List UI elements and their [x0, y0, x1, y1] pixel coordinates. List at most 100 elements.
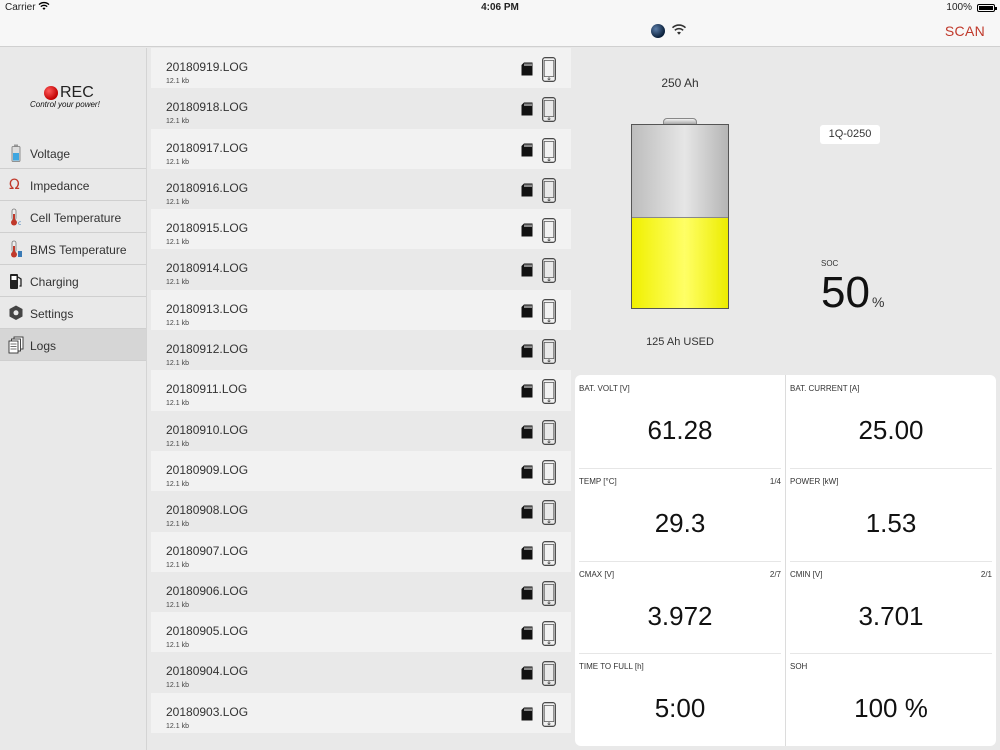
- sidebar-item-impedance[interactable]: Ω Impedance: [0, 169, 146, 201]
- log-row[interactable]: 20180911.LOG 12.1 kb: [151, 370, 571, 411]
- metric-label: TEMP [°C]: [579, 476, 617, 486]
- phone-icon[interactable]: [542, 661, 556, 691]
- sd-card-icon[interactable]: [521, 586, 533, 605]
- log-row[interactable]: 20180913.LOG 12.1 kb: [151, 289, 571, 331]
- log-file-name: 20180915.LOG: [166, 221, 249, 236]
- sidebar-item-charging[interactable]: Charging: [0, 265, 146, 297]
- phone-icon[interactable]: [542, 218, 556, 248]
- sd-card-icon[interactable]: [521, 425, 533, 444]
- log-file-name: 20180908.LOG: [166, 503, 249, 518]
- sidebar-item-voltage[interactable]: Voltage: [0, 137, 146, 169]
- log-row[interactable]: 20180914.LOG 12.1 kb: [151, 249, 571, 290]
- sidebar-item-bms-temperature[interactable]: BMS Temperature: [0, 233, 146, 265]
- log-row[interactable]: 20180918.LOG 12.1 kb: [151, 88, 571, 129]
- sd-card-icon[interactable]: [521, 62, 533, 81]
- phone-icon[interactable]: [542, 137, 556, 168]
- phone-icon[interactable]: [542, 540, 556, 571]
- fuel-pump-icon: [8, 272, 24, 290]
- phone-icon[interactable]: [542, 701, 556, 732]
- metric-label: POWER [kW]: [790, 476, 839, 486]
- log-row[interactable]: 20180903.LOG 12.1 kb: [151, 692, 571, 734]
- log-file-name: 20180919.LOG: [166, 60, 249, 74]
- hexagon-nut-icon: [8, 304, 24, 322]
- metric-value: 100 %: [854, 693, 928, 724]
- phone-icon[interactable]: [542, 460, 556, 490]
- log-row[interactable]: 20180910.LOG 12.1 kb: [151, 410, 571, 451]
- log-row[interactable]: 20180905.LOG 12.1 kb: [151, 612, 571, 653]
- svg-text:Ω: Ω: [9, 177, 20, 193]
- phone-icon[interactable]: [542, 97, 556, 127]
- sd-card-icon[interactable]: [521, 546, 533, 565]
- metric-cell: CMIN [V] 2/1 3.701: [786, 561, 996, 654]
- phone-icon[interactable]: [542, 581, 556, 611]
- log-row[interactable]: 20180906.LOG 12.1 kb: [151, 571, 571, 613]
- metric-label: CMAX [V]: [579, 569, 615, 579]
- log-file-size: 12.1 kb: [166, 682, 189, 690]
- sd-card-icon[interactable]: [521, 505, 533, 524]
- sd-card-icon[interactable]: [521, 465, 533, 484]
- thermometer-icon: [8, 240, 24, 258]
- sd-card-icon[interactable]: [521, 707, 533, 726]
- phone-icon[interactable]: [542, 298, 556, 329]
- sd-card-icon[interactable]: [521, 183, 533, 202]
- sidebar-item-logs[interactable]: Logs: [0, 329, 146, 361]
- phone-icon[interactable]: [542, 419, 556, 450]
- logo-ball-icon: [44, 86, 58, 100]
- log-row[interactable]: 20180909.LOG 12.1 kb: [151, 450, 571, 492]
- log-file-name: 20180912.LOG: [166, 342, 249, 357]
- soc-label: SOC: [821, 259, 839, 268]
- grid-divider: [579, 467, 781, 469]
- sd-card-icon[interactable]: [521, 626, 533, 645]
- phone-icon[interactable]: [542, 621, 556, 651]
- log-row[interactable]: 20180916.LOG 12.1 kb: [151, 168, 571, 210]
- phone-icon[interactable]: [542, 339, 556, 369]
- sd-card-icon[interactable]: [521, 263, 533, 282]
- log-row[interactable]: 20180917.LOG 12.1 kb: [151, 128, 571, 169]
- metric-label: BAT. VOLT [V]: [579, 384, 630, 393]
- log-file-name: 20180918.LOG: [166, 100, 249, 115]
- phone-icon[interactable]: [542, 258, 556, 288]
- log-file-name: 20180913.LOG: [166, 301, 249, 316]
- log-row[interactable]: 20180919.LOG 12.1 kb: [151, 48, 571, 89]
- metric-value: 29.3: [654, 507, 706, 538]
- sd-card-icon[interactable]: [521, 304, 533, 323]
- phone-icon[interactable]: [542, 379, 556, 409]
- grid-divider: [579, 653, 781, 655]
- log-row[interactable]: 20180907.LOG 12.1 kb: [151, 531, 571, 572]
- sidebar-menu: Voltage Ω Impedance c Cell Temperature B…: [0, 137, 146, 361]
- sidebar-item-settings[interactable]: Settings: [0, 297, 146, 329]
- sidebar-item-cell-temperature[interactable]: c Cell Temperature: [0, 201, 146, 233]
- sd-card-icon[interactable]: [521, 102, 533, 121]
- log-file-size: 12.1 kb: [166, 118, 189, 126]
- log-row[interactable]: 20180908.LOG 12.1 kb: [151, 491, 571, 532]
- log-file-size: 12.1 kb: [166, 319, 189, 327]
- log-row[interactable]: 20180915.LOG 12.1 kb: [151, 209, 571, 250]
- sd-card-icon[interactable]: [521, 384, 533, 403]
- log-file-name: 20180917.LOG: [166, 140, 249, 155]
- log-file-size: 12.1 kb: [166, 480, 189, 488]
- log-file-name: 20180907.LOG: [166, 543, 249, 558]
- log-row[interactable]: 20180904.LOG 12.1 kb: [151, 652, 571, 693]
- metric-value: 3.701: [858, 600, 924, 631]
- log-row[interactable]: 20180912.LOG 12.1 kb: [151, 330, 571, 371]
- omega-icon: Ω: [8, 176, 24, 194]
- sd-card-icon[interactable]: [521, 223, 533, 242]
- phone-icon[interactable]: [542, 500, 556, 530]
- log-file-size: 12.1 kb: [166, 601, 189, 609]
- sidebar-item-label: Cell Temperature: [30, 211, 122, 225]
- metric-cell: POWER [kW] 1.53: [786, 468, 996, 561]
- log-file-size: 12.1 kb: [166, 561, 189, 569]
- log-file-size: 12.1 kb: [166, 360, 189, 368]
- log-list: 20180919.LOG 12.1 kb 20180918.LOG 12.1 kb 20…: [151, 48, 571, 750]
- sd-card-icon[interactable]: [521, 344, 533, 363]
- sidebar-item-label: Impedance: [30, 179, 90, 193]
- scan-button[interactable]: SCAN: [945, 23, 985, 39]
- svg-text:c: c: [18, 220, 21, 226]
- phone-icon[interactable]: [542, 178, 556, 208]
- sd-card-icon[interactable]: [521, 143, 533, 162]
- sd-card-icon[interactable]: [521, 666, 533, 685]
- metric-cell: TIME TO FULL [h] 5:00: [575, 653, 785, 746]
- phone-icon[interactable]: [542, 57, 556, 87]
- log-file-size: 12.1 kb: [166, 279, 189, 287]
- metric-value: 5:00: [654, 693, 706, 724]
